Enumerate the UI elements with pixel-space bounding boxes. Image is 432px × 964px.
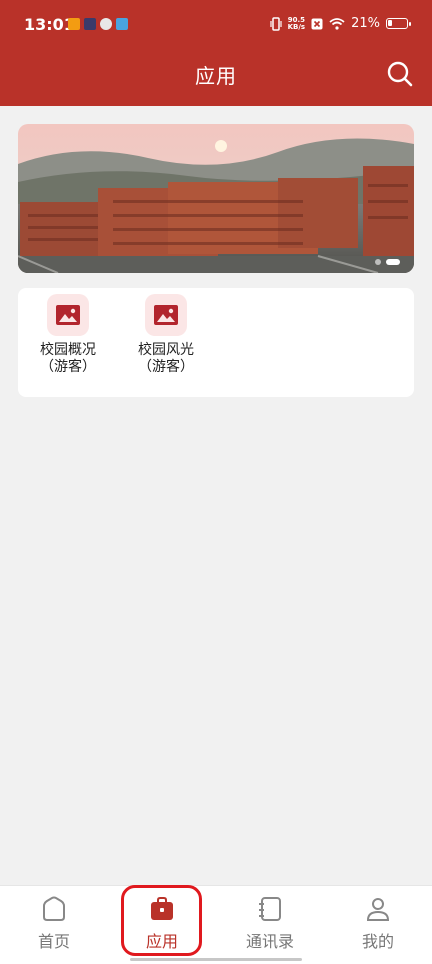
contacts-book-icon [259,897,281,921]
vibrate-icon [270,16,282,31]
banner-carousel[interactable] [18,124,414,273]
tab-contacts[interactable]: 通讯录 [216,886,324,964]
app-campus-scenery[interactable]: 校园风光 （游客） [116,294,216,376]
network-speed-unit: KB/s [287,22,306,31]
apps-grid: 校园概况 （游客） 校园风光 （游客） [18,288,414,397]
tab-label: 通讯录 [245,932,294,951]
app-header: 13:01 90.5 KB/s 21% 应用 [0,0,432,106]
profile-icon [366,898,390,921]
app-label-line1: 校园风光 [138,342,194,358]
app-label-line1: 校园概况 [40,342,96,358]
video-app-icon [84,18,96,30]
app-label-line2: （游客） [138,359,194,375]
network-speed: 90.5 KB/s [287,16,306,31]
app-notification-icon [68,18,80,30]
page-title: 应用 [195,64,237,88]
status-bar: 13:01 90.5 KB/s 21% [0,0,432,50]
battery-percent: 21% [351,16,380,31]
browser-app-icon [116,18,128,30]
app-label: 校园概况 （游客） [18,342,118,376]
image-icon [154,305,178,325]
home-indicator[interactable] [130,958,302,961]
app-icon-container [47,294,89,336]
status-indicators: 90.5 KB/s 21% [270,16,411,31]
bottom-tab-bar: 首页 应用 通讯录 我的 [0,885,432,964]
tab-home[interactable]: 首页 [0,886,108,964]
search-icon[interactable] [386,60,414,88]
carousel-indicator [375,259,400,265]
link-app-icon [100,18,112,30]
carousel-dot-active[interactable] [386,259,400,265]
tab-label: 首页 [37,932,70,951]
tab-me[interactable]: 我的 [324,886,432,964]
tab-label: 我的 [361,932,394,951]
home-icon [43,896,65,921]
app-icon-container [145,294,187,336]
app-campus-overview[interactable]: 校园概况 （游客） [18,294,118,376]
active-tab-highlight [121,885,202,956]
app-label-line2: （游客） [40,359,96,375]
battery-level [388,20,392,26]
campus-photo [18,124,414,273]
app-label: 校园风光 （游客） [116,342,216,376]
notification-icons [68,18,128,30]
battery-icon [386,18,411,29]
no-sim-icon [311,18,323,29]
wifi-icon [329,17,345,30]
carousel-dot[interactable] [375,259,381,265]
image-icon [56,305,80,325]
